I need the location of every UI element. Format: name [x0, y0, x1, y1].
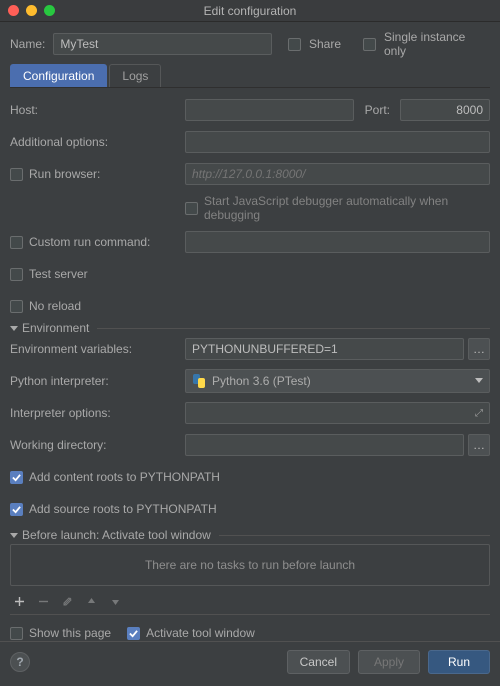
- working-dir-input[interactable]: [185, 434, 464, 456]
- minimize-window-button[interactable]: [26, 5, 37, 16]
- host-input[interactable]: [185, 99, 354, 121]
- no-reload-label: No reload: [29, 299, 81, 313]
- add-source-roots-checkbox[interactable]: [10, 503, 23, 516]
- run-browser-checkbox[interactable]: [10, 168, 23, 181]
- chevron-down-icon: [475, 378, 483, 383]
- expand-icon[interactable]: ⤢: [475, 408, 483, 419]
- python-icon: [192, 374, 206, 388]
- run-browser-input[interactable]: [185, 163, 490, 185]
- zoom-window-button[interactable]: [44, 5, 55, 16]
- help-button[interactable]: ?: [10, 652, 30, 672]
- dialog-footer: ? Cancel Apply Run: [0, 641, 500, 681]
- interpreter-options-input[interactable]: [192, 402, 475, 424]
- chevron-down-icon: [10, 326, 18, 331]
- test-server-label: Test server: [29, 267, 88, 281]
- move-down-button: [108, 594, 122, 608]
- additional-options-label: Additional options:: [10, 135, 185, 149]
- interpreter-label: Python interpreter:: [10, 374, 185, 388]
- env-vars-edit-button[interactable]: …: [468, 338, 490, 360]
- tab-configuration[interactable]: Configuration: [10, 64, 107, 87]
- add-task-button[interactable]: [12, 594, 26, 608]
- tab-logs[interactable]: Logs: [109, 64, 161, 87]
- show-this-page-label: Show this page: [29, 626, 111, 640]
- activate-tool-window-label: Activate tool window: [146, 626, 255, 640]
- port-label: Port:: [358, 103, 396, 117]
- remove-task-button: [36, 594, 50, 608]
- before-launch-empty-text: There are no tasks to run before launch: [145, 558, 355, 572]
- interpreter-dropdown[interactable]: Python 3.6 (PTest): [185, 369, 490, 393]
- apply-button: Apply: [358, 650, 420, 674]
- tab-bar: Configuration Logs: [10, 64, 490, 88]
- test-server-checkbox[interactable]: [10, 268, 23, 281]
- single-instance-checkbox[interactable]: [363, 38, 376, 51]
- host-label: Host:: [10, 103, 185, 117]
- before-launch-section-toggle[interactable]: Before launch: Activate tool window: [10, 528, 219, 542]
- before-launch-task-list: There are no tasks to run before launch: [10, 544, 490, 586]
- cancel-button[interactable]: Cancel: [287, 650, 350, 674]
- titlebar: Edit configuration: [0, 0, 500, 22]
- custom-run-label: Custom run command:: [29, 235, 150, 249]
- custom-run-input[interactable]: [185, 231, 490, 253]
- window-title: Edit configuration: [0, 4, 500, 18]
- single-instance-label: Single instance only: [384, 30, 490, 58]
- interpreter-options-label: Interpreter options:: [10, 406, 185, 420]
- add-content-roots-checkbox[interactable]: [10, 471, 23, 484]
- add-source-roots-label: Add source roots to PYTHONPATH: [29, 502, 217, 516]
- additional-options-input[interactable]: [185, 131, 490, 153]
- no-reload-checkbox[interactable]: [10, 300, 23, 313]
- before-launch-section-label: Before launch: Activate tool window: [22, 528, 211, 542]
- share-label: Share: [309, 37, 341, 51]
- share-checkbox[interactable]: [288, 38, 301, 51]
- add-content-roots-label: Add content roots to PYTHONPATH: [29, 470, 220, 484]
- environment-section-toggle[interactable]: Environment: [10, 321, 97, 335]
- task-toolbar: [10, 590, 490, 615]
- port-input[interactable]: [400, 99, 490, 121]
- custom-run-checkbox[interactable]: [10, 236, 23, 249]
- move-up-button: [84, 594, 98, 608]
- interpreter-value: Python 3.6 (PTest): [212, 374, 311, 388]
- close-window-button[interactable]: [8, 5, 19, 16]
- name-label: Name:: [10, 37, 45, 51]
- chevron-down-icon: [10, 533, 18, 538]
- activate-tool-window-checkbox[interactable]: [127, 627, 140, 640]
- env-vars-input[interactable]: [185, 338, 464, 360]
- working-dir-browse-button[interactable]: …: [468, 434, 490, 456]
- env-vars-label: Environment variables:: [10, 342, 185, 356]
- edit-task-button: [60, 594, 74, 608]
- run-button[interactable]: Run: [428, 650, 490, 674]
- window-controls: [8, 5, 55, 16]
- js-debugger-label: Start JavaScript debugger automatically …: [204, 194, 490, 222]
- working-dir-label: Working directory:: [10, 438, 185, 452]
- run-browser-label: Run browser:: [29, 167, 100, 181]
- js-debugger-checkbox[interactable]: [185, 202, 198, 215]
- name-input[interactable]: [53, 33, 272, 55]
- environment-section-label: Environment: [22, 321, 89, 335]
- show-this-page-checkbox[interactable]: [10, 627, 23, 640]
